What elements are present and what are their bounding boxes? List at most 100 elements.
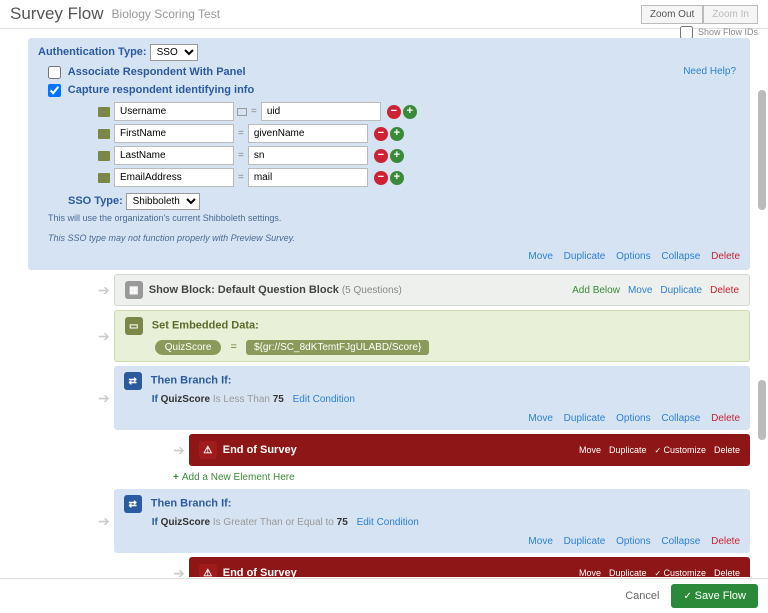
customize-link[interactable]: Customize [655,445,706,455]
sso-type-select[interactable]: Shibboleth [126,193,200,210]
remove-field-button[interactable]: − [374,149,388,163]
plus-icon: + [173,472,179,483]
remove-field-button[interactable]: − [374,171,388,185]
duplicate-link[interactable]: Duplicate [564,536,606,547]
delete-link[interactable]: Delete [714,568,740,577]
cancel-button[interactable]: Cancel [625,590,659,602]
add-below-link[interactable]: Add Below [572,285,620,296]
end-of-survey-block[interactable]: ⚠ End of Survey Move Duplicate Customize… [189,557,750,577]
block-icon: ▦ [125,281,143,299]
capture-info-label: Capture respondent identifying info [68,84,254,96]
field-map-input[interactable] [261,102,381,121]
options-link[interactable]: Options [616,413,650,424]
delete-link[interactable]: Delete [711,251,740,262]
move-link[interactable]: Move [528,413,552,424]
edit-condition-link[interactable]: Edit Condition [357,517,419,528]
auth-type-label: Authentication Type: [38,46,147,58]
branch-label: Then Branch If: [151,498,232,510]
show-block[interactable]: ▦ Show Block: Default Question Block (5 … [114,274,750,306]
cond-var: QuizScore [161,394,210,405]
move-link[interactable]: Move [528,536,552,547]
connector-arrow-icon: ➔ [98,390,110,407]
authenticator-block[interactable]: Authentication Type: SSO Need Help? Asso… [28,38,750,270]
sso-note: This will use the organization's current… [48,213,740,223]
edit-condition-link[interactable]: Edit Condition [293,394,355,405]
add-field-button[interactable]: + [390,127,404,141]
branch-block[interactable]: ⇄ Then Branch If: If QuizScore Is Greate… [114,489,750,553]
duplicate-link[interactable]: Duplicate [609,445,647,455]
branch-icon: ⇄ [124,372,142,390]
delete-link[interactable]: Delete [714,445,740,455]
zoom-out-button[interactable]: Zoom Out [641,5,703,24]
embedded-var-pill[interactable]: QuizScore [155,340,222,355]
flow-canvas[interactable]: Authentication Type: SSO Need Help? Asso… [0,38,768,577]
warning-icon: ⚠ [199,564,217,577]
collapse-link[interactable]: Collapse [661,413,700,424]
delete-link[interactable]: Delete [711,536,740,547]
field-map-input[interactable] [248,124,368,143]
field-map-input[interactable] [248,146,368,165]
add-field-button[interactable]: + [403,105,417,119]
auth-type-select[interactable]: SSO [150,44,198,61]
field-name-input[interactable] [114,168,234,187]
collapse-link[interactable]: Collapse [661,251,700,262]
field-icon [98,173,110,183]
field-row: = − + [98,168,740,187]
page-title: Survey Flow [10,4,104,24]
connector-arrow-icon: ➔ [98,282,110,299]
associate-panel-checkbox[interactable] [48,66,61,79]
field-name-input[interactable] [114,124,234,143]
move-link[interactable]: Move [628,285,652,296]
field-map-input[interactable] [248,168,368,187]
delete-link[interactable]: Delete [710,285,739,296]
duplicate-link[interactable]: Duplicate [609,568,647,577]
scrollbar-thumb[interactable] [758,380,766,440]
customize-link[interactable]: Customize [655,568,706,577]
end-label: End of Survey [223,567,571,577]
duplicate-link[interactable]: Duplicate [564,413,606,424]
survey-name: Biology Scoring Test [112,7,221,21]
move-link[interactable]: Move [579,445,601,455]
question-count: (5 Questions) [342,285,402,296]
field-name-input[interactable] [114,146,234,165]
sso-type-label: SSO Type: [68,195,123,207]
equals-label: = [230,341,236,353]
remove-field-button[interactable]: − [374,127,388,141]
field-icon [98,107,110,117]
field-name-input[interactable] [114,102,234,121]
embedded-data-block[interactable]: ▭ Set Embedded Data: QuizScore = ${gr://… [114,310,750,362]
add-element-link[interactable]: +Add a New Element Here [173,472,750,483]
cond-value: 75 [273,394,284,405]
options-link[interactable]: Options [616,536,650,547]
end-of-survey-block[interactable]: ⚠ End of Survey Move Duplicate Customize… [189,434,750,466]
embedded-value-pill[interactable]: ${gr://SC_8dKTemtFJgULABD/Score} [246,340,429,355]
cond-op: Is Greater Than or Equal to [213,517,334,528]
save-flow-button[interactable]: Save Flow [671,584,758,608]
add-field-button[interactable]: + [390,149,404,163]
field-icon [98,151,110,161]
options-link[interactable]: Options [616,251,650,262]
move-link[interactable]: Move [528,251,552,262]
equals-label: = [251,106,257,117]
cond-op: Is Less Than [213,394,270,405]
zoom-in-button[interactable]: Zoom In [703,5,758,24]
associate-panel-label: Associate Respondent With Panel [68,66,246,78]
need-help-link[interactable]: Need Help? [683,66,736,77]
move-link[interactable]: Move [579,568,601,577]
if-label: If [152,394,158,405]
field-row: = − + [98,124,740,143]
collapse-link[interactable]: Collapse [661,536,700,547]
scrollbar-thumb[interactable] [758,90,766,210]
branch-block[interactable]: ⇄ Then Branch If: If QuizScore Is Less T… [114,366,750,430]
remove-field-button[interactable]: − [387,105,401,119]
branch-label: Then Branch If: [151,375,232,387]
capture-info-checkbox[interactable] [48,84,61,97]
connector-arrow-icon: ➔ [98,328,110,345]
duplicate-link[interactable]: Duplicate [564,251,606,262]
duplicate-link[interactable]: Duplicate [660,285,702,296]
add-field-button[interactable]: + [390,171,404,185]
cond-value: 75 [337,517,348,528]
field-row: = − + [98,102,740,121]
delete-link[interactable]: Delete [711,413,740,424]
connector-arrow-icon: ➔ [173,442,185,459]
